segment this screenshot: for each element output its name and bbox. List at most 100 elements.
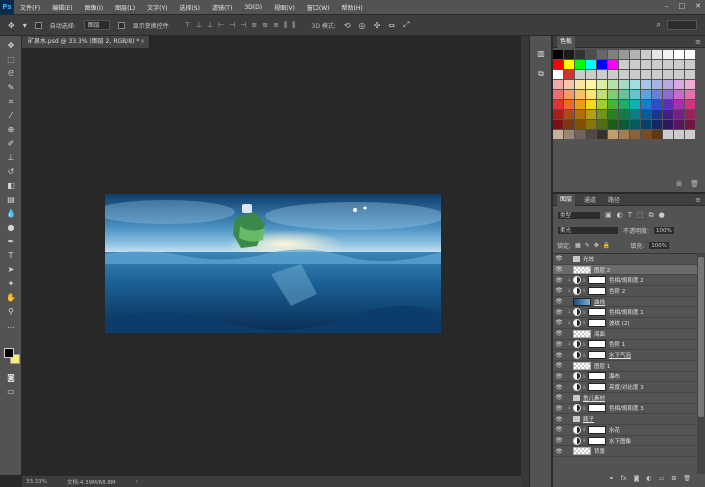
color-swatch[interactable]	[674, 60, 684, 69]
layer-row[interactable]: 👁 鱼儿素材	[553, 393, 697, 404]
color-swatch[interactable]	[575, 130, 585, 139]
color-swatch[interactable]	[685, 80, 695, 89]
color-swatch[interactable]	[630, 100, 640, 109]
color-swatch[interactable]	[663, 110, 673, 119]
color-swatch[interactable]	[663, 80, 673, 89]
show-transform-checkbox[interactable]	[117, 21, 125, 29]
visibility-eye-icon[interactable]: 👁	[553, 426, 565, 433]
layer-row[interactable]: 👁 瓶子	[553, 414, 697, 425]
color-swatch[interactable]	[619, 70, 629, 79]
color-swatch[interactable]	[619, 90, 629, 99]
lock-position-icon[interactable]: ✥	[594, 242, 599, 249]
eraser-tool-icon[interactable]: ◧	[4, 180, 18, 192]
move-tool-icon[interactable]: ✥	[4, 40, 18, 52]
layers-scrollbar[interactable]	[697, 253, 705, 474]
auto-select-dropdown[interactable]: 图层	[83, 20, 110, 30]
color-swatch[interactable]	[630, 90, 640, 99]
layer-name[interactable]: 亮度/对比度 3	[609, 383, 644, 391]
color-swatch[interactable]	[652, 50, 662, 59]
layer-mask-thumbnail[interactable]	[588, 372, 606, 381]
layer-row[interactable]: 👁 8 水花	[553, 425, 697, 436]
color-swatch[interactable]	[674, 100, 684, 109]
menu-select[interactable]: 选择(S)	[173, 3, 206, 12]
3d-pan-icon[interactable]: ✣	[374, 21, 381, 30]
color-swatch[interactable]	[652, 130, 662, 139]
color-swatch[interactable]	[652, 80, 662, 89]
color-swatch[interactable]	[630, 60, 640, 69]
color-swatch[interactable]	[608, 70, 618, 79]
layer-style-icon[interactable]: fx	[621, 475, 627, 485]
layer-thumbnail[interactable]	[573, 329, 591, 338]
color-swatch[interactable]	[608, 60, 618, 69]
layer-row[interactable]: 👁 8 瀑布	[553, 372, 697, 383]
menu-file[interactable]: 文件(F)	[14, 3, 46, 12]
more-tools-icon[interactable]: ⋯	[4, 322, 18, 334]
visibility-eye-icon[interactable]: 👁	[553, 277, 565, 284]
new-layer-icon[interactable]: ⊞	[671, 475, 676, 485]
color-swatch[interactable]	[553, 50, 563, 59]
delete-swatch-icon[interactable]: 🗑	[690, 180, 699, 188]
color-swatch[interactable]	[685, 100, 695, 109]
align-vcenter-icon[interactable]: ⊥	[196, 21, 202, 30]
minimize-icon[interactable]: –	[665, 2, 669, 10]
color-swatch[interactable]	[597, 90, 607, 99]
color-swatch[interactable]	[652, 100, 662, 109]
layer-name[interactable]: 图层 2	[594, 266, 610, 274]
layer-name[interactable]: 曲线	[594, 298, 605, 306]
layer-row[interactable]: 👁 ↓ 8 色阶 1	[553, 340, 697, 351]
foreground-color-swatch[interactable]	[4, 348, 14, 358]
layer-row[interactable]: 👁 图层 2	[553, 264, 697, 276]
move-tool-icon[interactable]: ✥	[8, 21, 15, 30]
layer-row[interactable]: 👁 光效	[553, 254, 697, 265]
visibility-eye-icon[interactable]: 👁	[553, 384, 565, 391]
lock-all-icon[interactable]: 🔒	[603, 242, 610, 249]
fill-input[interactable]: 100%	[648, 240, 671, 250]
search-icon[interactable]: ⌕	[657, 20, 661, 30]
color-swatch[interactable]	[597, 120, 607, 129]
gradient-tool-icon[interactable]: ▤	[4, 194, 18, 206]
color-swatch[interactable]	[597, 70, 607, 79]
color-swatch[interactable]	[685, 110, 695, 119]
menu-help[interactable]: 帮助(H)	[336, 3, 369, 12]
layer-row[interactable]: 👁 海面	[553, 329, 697, 340]
color-swatch[interactable]	[586, 50, 596, 59]
color-swatch[interactable]	[674, 120, 684, 129]
color-swatch[interactable]	[674, 70, 684, 79]
layer-name[interactable]: 海面	[594, 330, 605, 338]
color-swatch[interactable]	[641, 100, 651, 109]
hand-tool-icon[interactable]: ✋	[4, 292, 18, 304]
color-swatch[interactable]	[663, 130, 673, 139]
color-swatch[interactable]	[564, 80, 574, 89]
filter-adjust-icon[interactable]: ◐	[617, 211, 623, 220]
color-swatch[interactable]	[674, 110, 684, 119]
add-mask-icon[interactable]: ◙	[634, 475, 640, 485]
swatches-menu-icon[interactable]: ≡	[695, 38, 701, 46]
color-swatch[interactable]	[652, 120, 662, 129]
document-close-icon[interactable]: ×	[140, 36, 145, 48]
layer-thumbnail[interactable]	[573, 361, 591, 370]
color-swatch[interactable]	[586, 90, 596, 99]
color-swatch[interactable]	[586, 110, 596, 119]
tab-paths[interactable]: 路径	[605, 195, 623, 204]
color-swatch[interactable]	[608, 100, 618, 109]
color-swatch[interactable]	[641, 70, 651, 79]
menu-3d[interactable]: 3D(D)	[238, 4, 268, 11]
color-swatch[interactable]	[564, 50, 574, 59]
color-swatch[interactable]	[685, 60, 695, 69]
layer-name[interactable]: 鱼儿素材	[583, 394, 605, 402]
layer-name[interactable]: 色阶 2	[609, 287, 625, 295]
color-swatch[interactable]	[663, 70, 673, 79]
visibility-eye-icon[interactable]: 👁	[553, 394, 565, 401]
color-swatch[interactable]	[586, 80, 596, 89]
layer-row[interactable]: 👁 8 水下图像	[553, 436, 697, 447]
path-select-tool-icon[interactable]: ➤	[4, 264, 18, 276]
clone-stamp-tool-icon[interactable]: ⊥	[4, 152, 18, 164]
color-swatch[interactable]	[674, 80, 684, 89]
layer-mask-thumbnail[interactable]	[588, 351, 606, 360]
color-swatch[interactable]	[553, 110, 563, 119]
color-swatch[interactable]	[663, 120, 673, 129]
color-swatch[interactable]	[553, 80, 563, 89]
color-swatch[interactable]	[663, 90, 673, 99]
menu-type[interactable]: 文字(Y)	[141, 3, 173, 12]
color-swatch[interactable]	[564, 70, 574, 79]
